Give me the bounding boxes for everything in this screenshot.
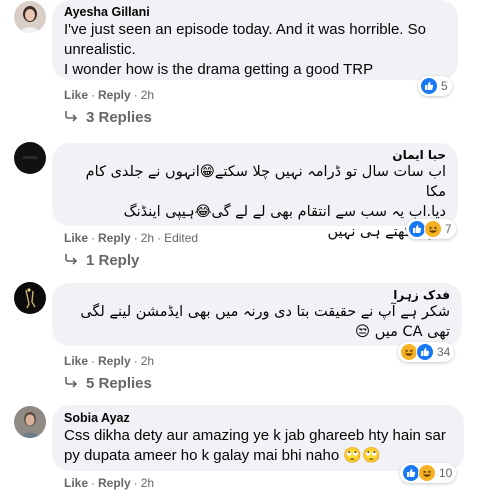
comment-actions: Like · Reply · 2h: [64, 476, 155, 490]
comment-text-line: py dupata ameer ho k galay mai bhi naho …: [64, 447, 381, 464]
comment-bubble: Sobia Ayaz Css dikha dety aur amazing ye…: [52, 405, 464, 471]
comment-text-line: I've just seen an episode today. And it …: [64, 21, 426, 38]
comment-actions: Like · Reply · 2h: [64, 354, 155, 368]
comment-text-line: تھی CA میں 😒: [355, 324, 450, 340]
comment-text-line: unrealistic.: [64, 41, 136, 58]
comment-bubble: Ayesha Gillani I've just seen an episode…: [52, 0, 458, 80]
edited-label: Edited: [164, 231, 199, 245]
comment-text-line: Css dikha dety aur amazing ye k jab ghar…: [64, 427, 446, 444]
haha-icon: [418, 464, 436, 482]
like-icon: [420, 77, 438, 95]
reaction-summary[interactable]: 10: [400, 463, 457, 483]
comment-text-line: دیا.اب یہ سب سے انتقام بھی لے لے گی😂ہیپی…: [123, 204, 446, 220]
reaction-count: 7: [445, 222, 452, 236]
reaction-summary[interactable]: 34: [398, 342, 455, 362]
comment-actions: Like · Reply · 2h: [64, 88, 155, 102]
comment-author[interactable]: حبا ایمان: [64, 148, 446, 162]
avatar[interactable]: [14, 1, 46, 33]
reply-button[interactable]: Reply: [98, 88, 131, 102]
comment-text-line: I wonder how is the drama getting a good…: [64, 61, 374, 78]
like-icon: [416, 343, 434, 361]
comment-text-line: شکر ہے آپ نے حقیقت بتا دی ورنہ میں بھی ا…: [80, 304, 450, 320]
like-button[interactable]: Like: [64, 88, 88, 102]
view-replies-button[interactable]: 3 Replies: [64, 109, 152, 126]
replies-label: 5 Replies: [86, 375, 152, 392]
comment-time[interactable]: 2h: [141, 476, 154, 490]
replies-label: 3 Replies: [86, 109, 152, 126]
reply-arrow-icon: [64, 375, 78, 392]
reaction-summary[interactable]: 5: [418, 76, 452, 96]
comment-bubble: حبا ایمان اب سات سال تو ڈرامہ نہیں چلا س…: [52, 143, 458, 240]
reply-button[interactable]: Reply: [98, 231, 131, 245]
comment-time[interactable]: 2h: [141, 88, 154, 102]
reply-button[interactable]: Reply: [98, 476, 131, 490]
like-button[interactable]: Like: [64, 354, 88, 368]
like-button[interactable]: Like: [64, 231, 88, 245]
comment-time[interactable]: 2h: [141, 231, 154, 245]
comment-author[interactable]: Ayesha Gillani: [64, 4, 446, 20]
reply-arrow-icon: [64, 109, 78, 126]
view-replies-button[interactable]: 5 Replies: [64, 375, 152, 392]
like-button[interactable]: Like: [64, 476, 88, 490]
comment-text-line: اب سات سال تو ڈرامہ نہیں چلا سکتے😁انہوں …: [85, 164, 446, 200]
avatar[interactable]: [14, 406, 46, 438]
avatar[interactable]: [14, 282, 46, 314]
reaction-count: 34: [437, 345, 451, 359]
replies-label: 1 Reply: [86, 252, 140, 269]
avatar[interactable]: [14, 142, 46, 174]
haha-icon: [424, 220, 442, 238]
reaction-count: 5: [441, 79, 448, 93]
comment-bubble: فدک زہرا شکر ہے آپ نے حقیقت بتا دی ورنہ …: [52, 283, 462, 346]
reply-button[interactable]: Reply: [98, 354, 131, 368]
comment-time[interactable]: 2h: [141, 354, 154, 368]
view-replies-button[interactable]: 1 Reply: [64, 252, 139, 269]
comment-actions: Like · Reply · 2h · Edited: [64, 231, 199, 245]
comment-author[interactable]: فدک زہرا: [64, 288, 450, 302]
reply-arrow-icon: [64, 252, 78, 269]
reaction-summary[interactable]: 7: [406, 219, 456, 239]
reaction-count: 10: [439, 466, 453, 480]
comment-author[interactable]: Sobia Ayaz: [64, 410, 452, 426]
